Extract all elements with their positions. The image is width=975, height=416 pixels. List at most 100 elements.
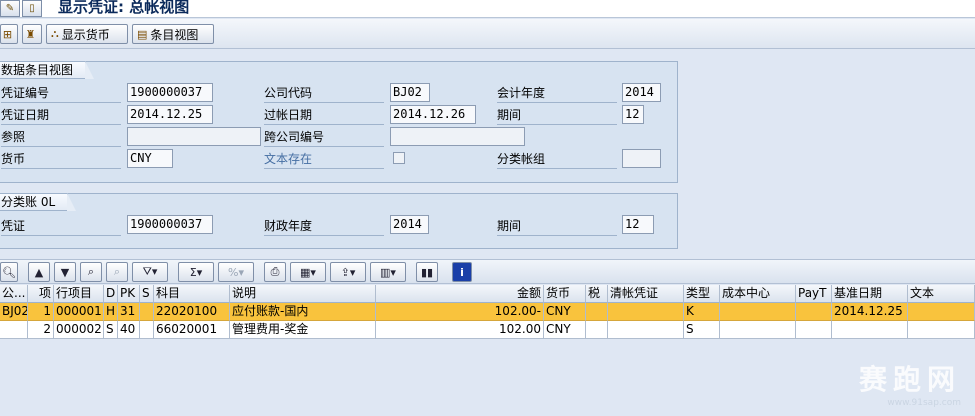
cell-item[interactable]: 2 [28,321,54,339]
cell-account[interactable]: 22020100 [154,303,230,321]
ledger-fiscal-year-field[interactable]: 2014 [390,215,429,234]
hierarchy-button[interactable]: ⊞ [0,24,18,44]
col-header-amount[interactable]: 金额 [376,285,544,303]
cell-payt[interactable] [796,303,832,321]
doc-number-field[interactable]: 1900000037 [127,83,213,102]
col-header-item[interactable]: 项 [28,285,54,303]
fiscal-year-field[interactable]: 2014 [622,83,661,102]
col-header-cost-center[interactable]: 成本中心 [720,285,796,303]
find-button[interactable]: ⌕ [80,262,102,282]
entry-view-button[interactable]: ▤ 条目视图 [132,24,214,44]
cell-account[interactable]: 66020001 [154,321,230,339]
col-header-payt[interactable]: PayT [796,285,832,303]
col-header-text[interactable]: 文本 [908,285,975,303]
graphic-button[interactable]: ▮▮ [416,262,438,282]
cell-dc[interactable]: S [104,321,118,339]
col-header-tax[interactable]: 税 [586,285,608,303]
cell-text[interactable] [908,303,975,321]
ledger-period-label: 期间 [497,219,522,233]
ledger-fiscal-year-label: 财政年度 [264,219,313,233]
col-header-description[interactable]: 说明 [230,285,376,303]
total-button[interactable]: Σ▾ [178,262,214,282]
find-next-button[interactable]: ⌕ [106,262,128,282]
sort-desc-button[interactable]: ▼ [54,262,76,282]
export-icon: ⇪▾ [340,265,356,279]
col-header-clearing-doc[interactable]: 清帐凭证 [608,285,684,303]
hierarchy-icon: ⊞ [2,27,13,41]
cell-item[interactable]: 1 [28,303,54,321]
filter-icon: ⛛▾ [142,265,158,278]
col-header-dc[interactable]: D [104,285,118,303]
magnifier-icon: 🔍︎ [2,265,16,279]
cell-pk[interactable]: 40 [118,321,140,339]
col-header-company[interactable]: 公... [0,285,28,303]
cell-description[interactable]: 管理费用-奖金 [230,321,376,339]
underline [1,102,121,103]
text-exists-checkbox[interactable] [393,152,405,164]
table-row[interactable]: BJ02 1 000001 H 31 22020100 应付账款-国内 102.… [0,303,975,321]
print-button[interactable]: ⎙ [264,262,286,282]
cell-cost-center[interactable] [720,303,796,321]
col-header-account[interactable]: 科目 [154,285,230,303]
col-header-s[interactable]: S [140,285,154,303]
cell-dc[interactable]: H [104,303,118,321]
cell-s[interactable] [140,321,154,339]
reference-field[interactable] [127,127,261,146]
currency-field[interactable]: CNY [127,149,173,168]
ledger-group-label: 分类帐组 [497,152,546,166]
company-code-field[interactable]: BJ02 [390,83,430,102]
ledger-group-field[interactable] [622,149,661,168]
posting-date-field[interactable]: 2014.12.26 [390,105,476,124]
cell-currency[interactable]: CNY [544,303,586,321]
cell-type[interactable]: K [684,303,720,321]
document-icon[interactable]: ▯ [22,0,42,17]
cell-line-item[interactable]: 000001 [54,303,104,321]
display-currency-button[interactable]: ⛬ 显示货币 [46,24,128,44]
edit-glasses-icon[interactable]: ✎ [0,0,20,17]
details-button[interactable]: 🔍︎ [0,262,18,282]
export-button[interactable]: ⇪▾ [330,262,366,282]
entry-view-label: 条目视图 [150,27,199,42]
cell-description[interactable]: 应付账款-国内 [230,303,376,321]
filter-button[interactable]: ⛛▾ [132,262,168,282]
cell-text[interactable] [908,321,975,339]
cell-line-item[interactable]: 000002 [54,321,104,339]
cell-payt[interactable] [796,321,832,339]
cell-company[interactable] [0,321,28,339]
hat-button[interactable]: ♜ [22,24,42,44]
cell-clearing-doc[interactable] [608,321,684,339]
cell-company[interactable]: BJ02 [0,303,28,321]
application-toolbar: ⊞ ♜ ⛬ 显示货币 ▤ 条目视图 [0,19,975,49]
cell-baseline-date[interactable]: 2014.12.25 [832,303,908,321]
col-header-baseline-date[interactable]: 基准日期 [832,285,908,303]
views-button[interactable]: ▦▾ [290,262,326,282]
cell-s[interactable] [140,303,154,321]
col-header-line-item[interactable]: 行项目 [54,285,104,303]
cell-currency[interactable]: CNY [544,321,586,339]
ledger-period-field[interactable]: 12 [622,215,654,234]
cell-amount[interactable]: 102.00 [376,321,544,339]
watermark-text: 赛跑网 [858,363,961,396]
cell-baseline-date[interactable] [832,321,908,339]
cell-clearing-doc[interactable] [608,303,684,321]
cell-amount[interactable]: 102.00- [376,303,544,321]
table-row[interactable]: 2 000002 S 40 66020001 管理费用-奖金 102.00 CN… [0,321,975,339]
screen-title: 显示凭证: 总帐视图 [58,0,190,16]
title-bar: ✎ ▯ 显示凭证: 总帐视图 [0,0,975,18]
col-header-pk[interactable]: PK [118,285,140,303]
col-header-currency[interactable]: 货币 [544,285,586,303]
cross-company-field[interactable] [390,127,525,146]
layout-button[interactable]: ▥▾ [370,262,406,282]
cell-tax[interactable] [586,321,608,339]
cell-type[interactable]: S [684,321,720,339]
doc-date-field[interactable]: 2014.12.25 [127,105,213,124]
period-field[interactable]: 12 [622,105,644,124]
info-button[interactable]: i [452,262,472,282]
cell-cost-center[interactable] [720,321,796,339]
cell-tax[interactable] [586,303,608,321]
ledger-doc-field[interactable]: 1900000037 [127,215,213,234]
sort-asc-button[interactable]: ▲ [28,262,50,282]
subtotal-button[interactable]: %▾ [218,262,254,282]
col-header-type[interactable]: 类型 [684,285,720,303]
cell-pk[interactable]: 31 [118,303,140,321]
